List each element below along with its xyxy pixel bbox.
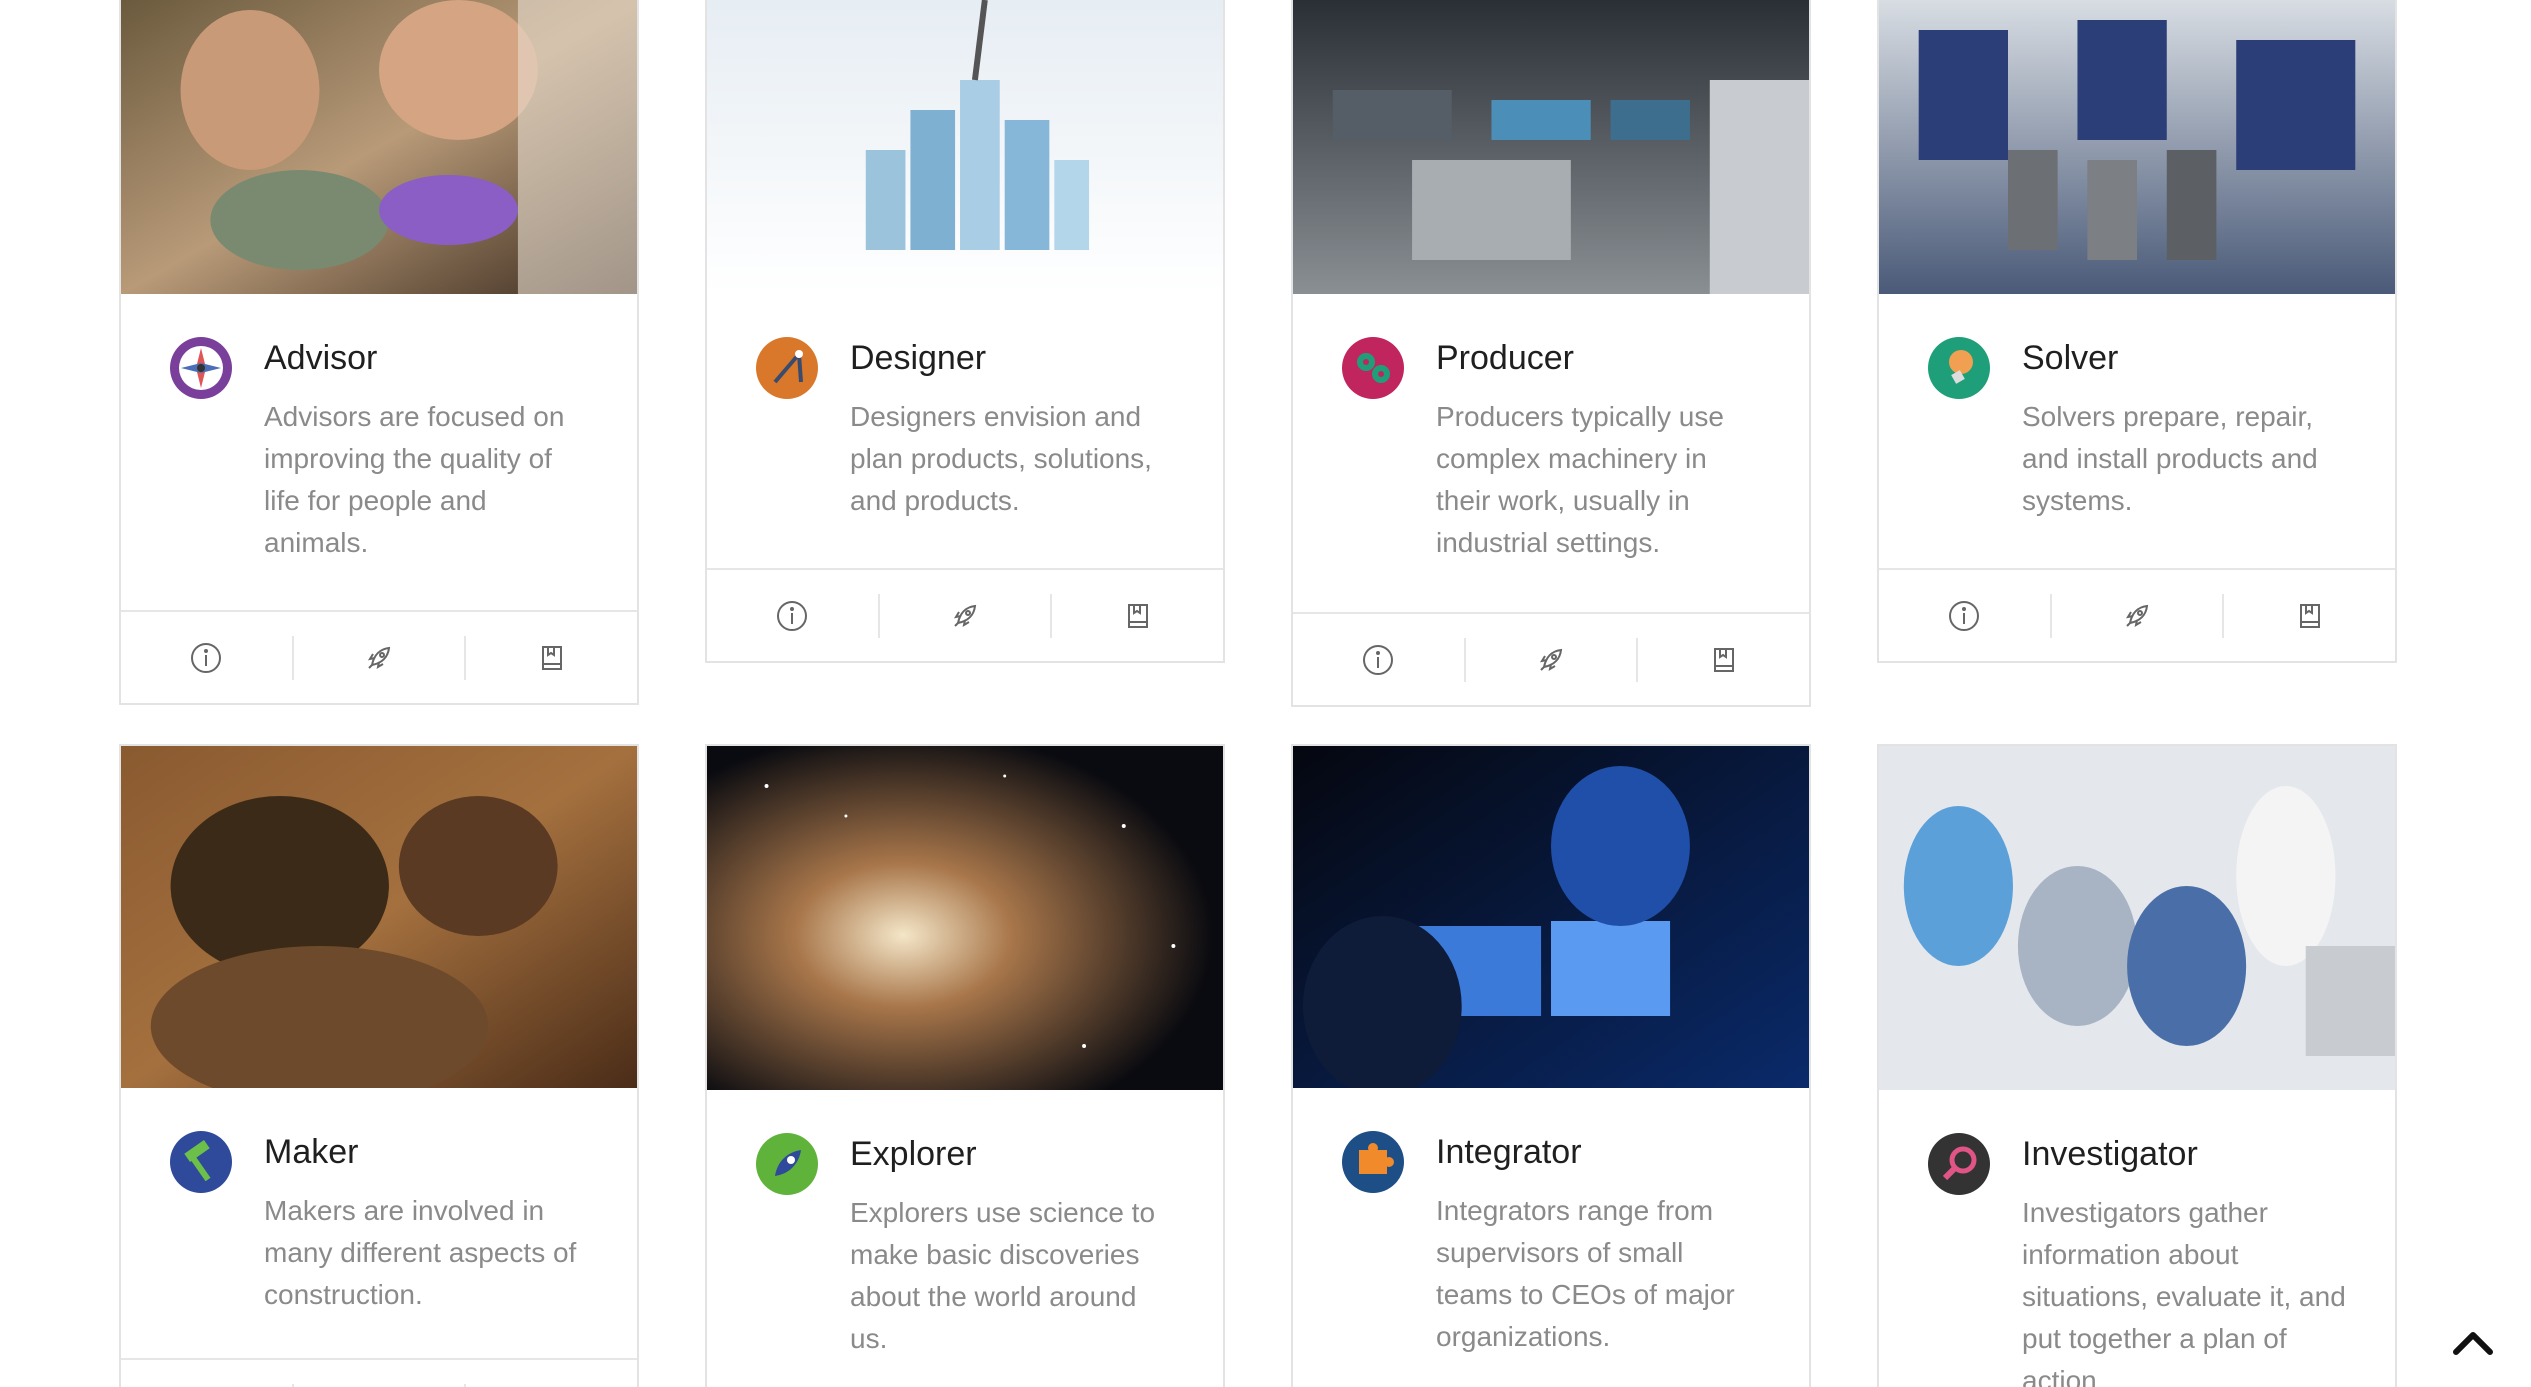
card-image	[1879, 746, 2395, 1090]
card-title: Producer	[1436, 339, 1574, 377]
info-button[interactable]	[707, 593, 880, 638]
card-producer[interactable]: Producer Producers typically use complex…	[1291, 0, 1811, 707]
info-icon	[777, 600, 808, 631]
card-title: Advisor	[264, 339, 378, 377]
hammer-icon	[169, 1130, 233, 1194]
info-button[interactable]	[121, 635, 294, 680]
card-solver[interactable]: Solver Solvers prepare, repair, and inst…	[1877, 0, 2397, 663]
card-image	[1293, 0, 1809, 294]
bookmark-button[interactable]	[1052, 594, 1223, 638]
rocket-icon	[953, 604, 977, 627]
card-description: Solvers prepare, repair, and install pro…	[2022, 401, 2318, 516]
card-body: Integrator Integrators range from superv…	[1293, 1088, 1809, 1358]
book-icon	[1713, 647, 1734, 672]
card-advisor[interactable]: Advisor Advisors are focused on improvin…	[119, 0, 639, 705]
info-icon	[191, 642, 222, 673]
magnifier-icon	[1927, 1132, 1991, 1196]
card-description: Producers typically use complex machiner…	[1436, 401, 1724, 558]
card-body: Solver Solvers prepare, repair, and inst…	[1879, 294, 2395, 522]
card-body: Producer Producers typically use complex…	[1293, 294, 1809, 564]
card-designer[interactable]: Designer Designers envision and plan pro…	[705, 0, 1225, 663]
card-image	[707, 746, 1223, 1090]
bookmark-button[interactable]	[466, 636, 637, 680]
card-description: Designers envision and plan products, so…	[850, 401, 1152, 516]
card-footer	[1879, 568, 2395, 661]
bookmark-button[interactable]	[1638, 638, 1809, 682]
card-title: Explorer	[850, 1135, 977, 1173]
card-maker[interactable]: Maker Makers are involved in many differ…	[119, 744, 639, 1387]
chevron-up-icon	[2453, 1332, 2493, 1355]
card-footer	[121, 1358, 637, 1387]
card-body: Investigator Investigators gather inform…	[1879, 1090, 2395, 1387]
launch-button[interactable]	[880, 593, 1053, 638]
card-integrator[interactable]: Integrator Integrators range from superv…	[1291, 744, 1811, 1387]
card-footer	[707, 568, 1223, 661]
rocket-icon	[367, 646, 391, 669]
rocket-icon	[2125, 604, 2149, 627]
gears-icon	[1341, 336, 1405, 400]
card-title: Maker	[264, 1133, 359, 1171]
card-investigator[interactable]: Investigator Investigators gather inform…	[1877, 744, 2397, 1387]
card-image	[1879, 0, 2395, 294]
page: Advisor Advisors are focused on improvin…	[0, 0, 2531, 1387]
card-description: Integrators range from supervisors of sm…	[1436, 1195, 1735, 1352]
puzzle-icon	[1341, 1130, 1405, 1194]
book-icon	[2299, 603, 2320, 628]
card-description: Investigators gather information about s…	[2022, 1197, 2346, 1387]
info-icon	[1363, 644, 1394, 675]
launch-button[interactable]	[1466, 637, 1639, 682]
card-description: Explorers use science to make basic disc…	[850, 1197, 1156, 1354]
card-title: Designer	[850, 339, 987, 377]
launch-button[interactable]	[294, 635, 467, 680]
info-button[interactable]	[1879, 593, 2052, 638]
lightbulb-icon	[1927, 336, 1991, 400]
card-body: Maker Makers are involved in many differ…	[121, 1088, 637, 1316]
info-button[interactable]	[121, 1383, 294, 1387]
book-icon	[541, 645, 562, 670]
card-body: Designer Designers envision and plan pro…	[707, 294, 1223, 522]
card-image	[121, 0, 637, 294]
card-footer	[1293, 612, 1809, 705]
back-to-top-button[interactable]	[2448, 1318, 2498, 1368]
book-icon	[1127, 603, 1148, 628]
card-title: Investigator	[2022, 1135, 2198, 1173]
card-title: Integrator	[1436, 1133, 1582, 1171]
card-image	[1293, 746, 1809, 1088]
info-icon	[1949, 600, 1980, 631]
card-explorer[interactable]: Explorer Explorers use science to make b…	[705, 744, 1225, 1387]
bookmark-button[interactable]	[2224, 594, 2395, 638]
card-image	[121, 746, 637, 1088]
card-body: Explorer Explorers use science to make b…	[707, 1090, 1223, 1360]
launch-button[interactable]	[2052, 593, 2225, 638]
bookmark-button[interactable]	[466, 1384, 637, 1387]
card-footer	[121, 610, 637, 703]
card-image	[707, 0, 1223, 294]
card-title: Solver	[2022, 339, 2119, 377]
drafting-compass-icon	[755, 336, 819, 400]
card-description: Advisors are focused on improving the qu…	[264, 401, 565, 558]
rocket-badge-icon	[755, 1132, 819, 1196]
card-body: Advisor Advisors are focused on improvin…	[121, 294, 637, 564]
card-description: Makers are involved in many different as…	[264, 1195, 577, 1310]
rocket-icon	[1539, 648, 1563, 671]
launch-button[interactable]	[294, 1383, 467, 1387]
info-button[interactable]	[1293, 637, 1466, 682]
compass-icon	[169, 336, 233, 400]
